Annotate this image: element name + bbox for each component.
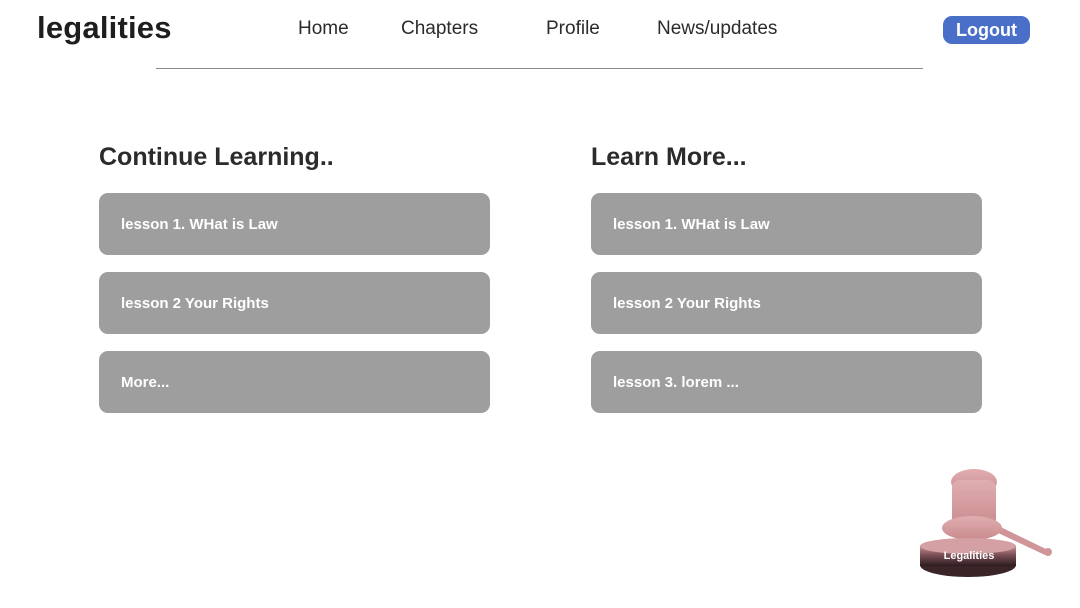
logo-label: Legalities: [943, 550, 995, 562]
nav-profile[interactable]: Profile: [546, 18, 600, 40]
gavel-icon: [920, 469, 1052, 577]
header-divider: [156, 68, 923, 69]
learn-more-lesson-card[interactable]: lesson 3. lorem ...: [591, 351, 982, 413]
learn-more-lesson-card[interactable]: lesson 2 Your Rights: [591, 272, 982, 334]
nav-home[interactable]: Home: [298, 18, 349, 40]
brand-logo[interactable]: legalities: [37, 10, 172, 46]
nav-chapters[interactable]: Chapters: [401, 18, 478, 40]
continue-lesson-card[interactable]: lesson 1. WHat is Law: [99, 193, 490, 255]
continue-more-card[interactable]: More...: [99, 351, 490, 413]
nav-news-updates[interactable]: News/updates: [657, 18, 777, 40]
page: legalities Home Chapters Profile News/up…: [0, 0, 1080, 608]
continue-lesson-card[interactable]: lesson 2 Your Rights: [99, 272, 490, 334]
continue-learning-title: Continue Learning..: [99, 143, 334, 171]
learn-more-title: Learn More...: [591, 143, 747, 171]
logout-button[interactable]: Logout: [943, 16, 1030, 44]
learn-more-lesson-card[interactable]: lesson 1. WHat is Law: [591, 193, 982, 255]
